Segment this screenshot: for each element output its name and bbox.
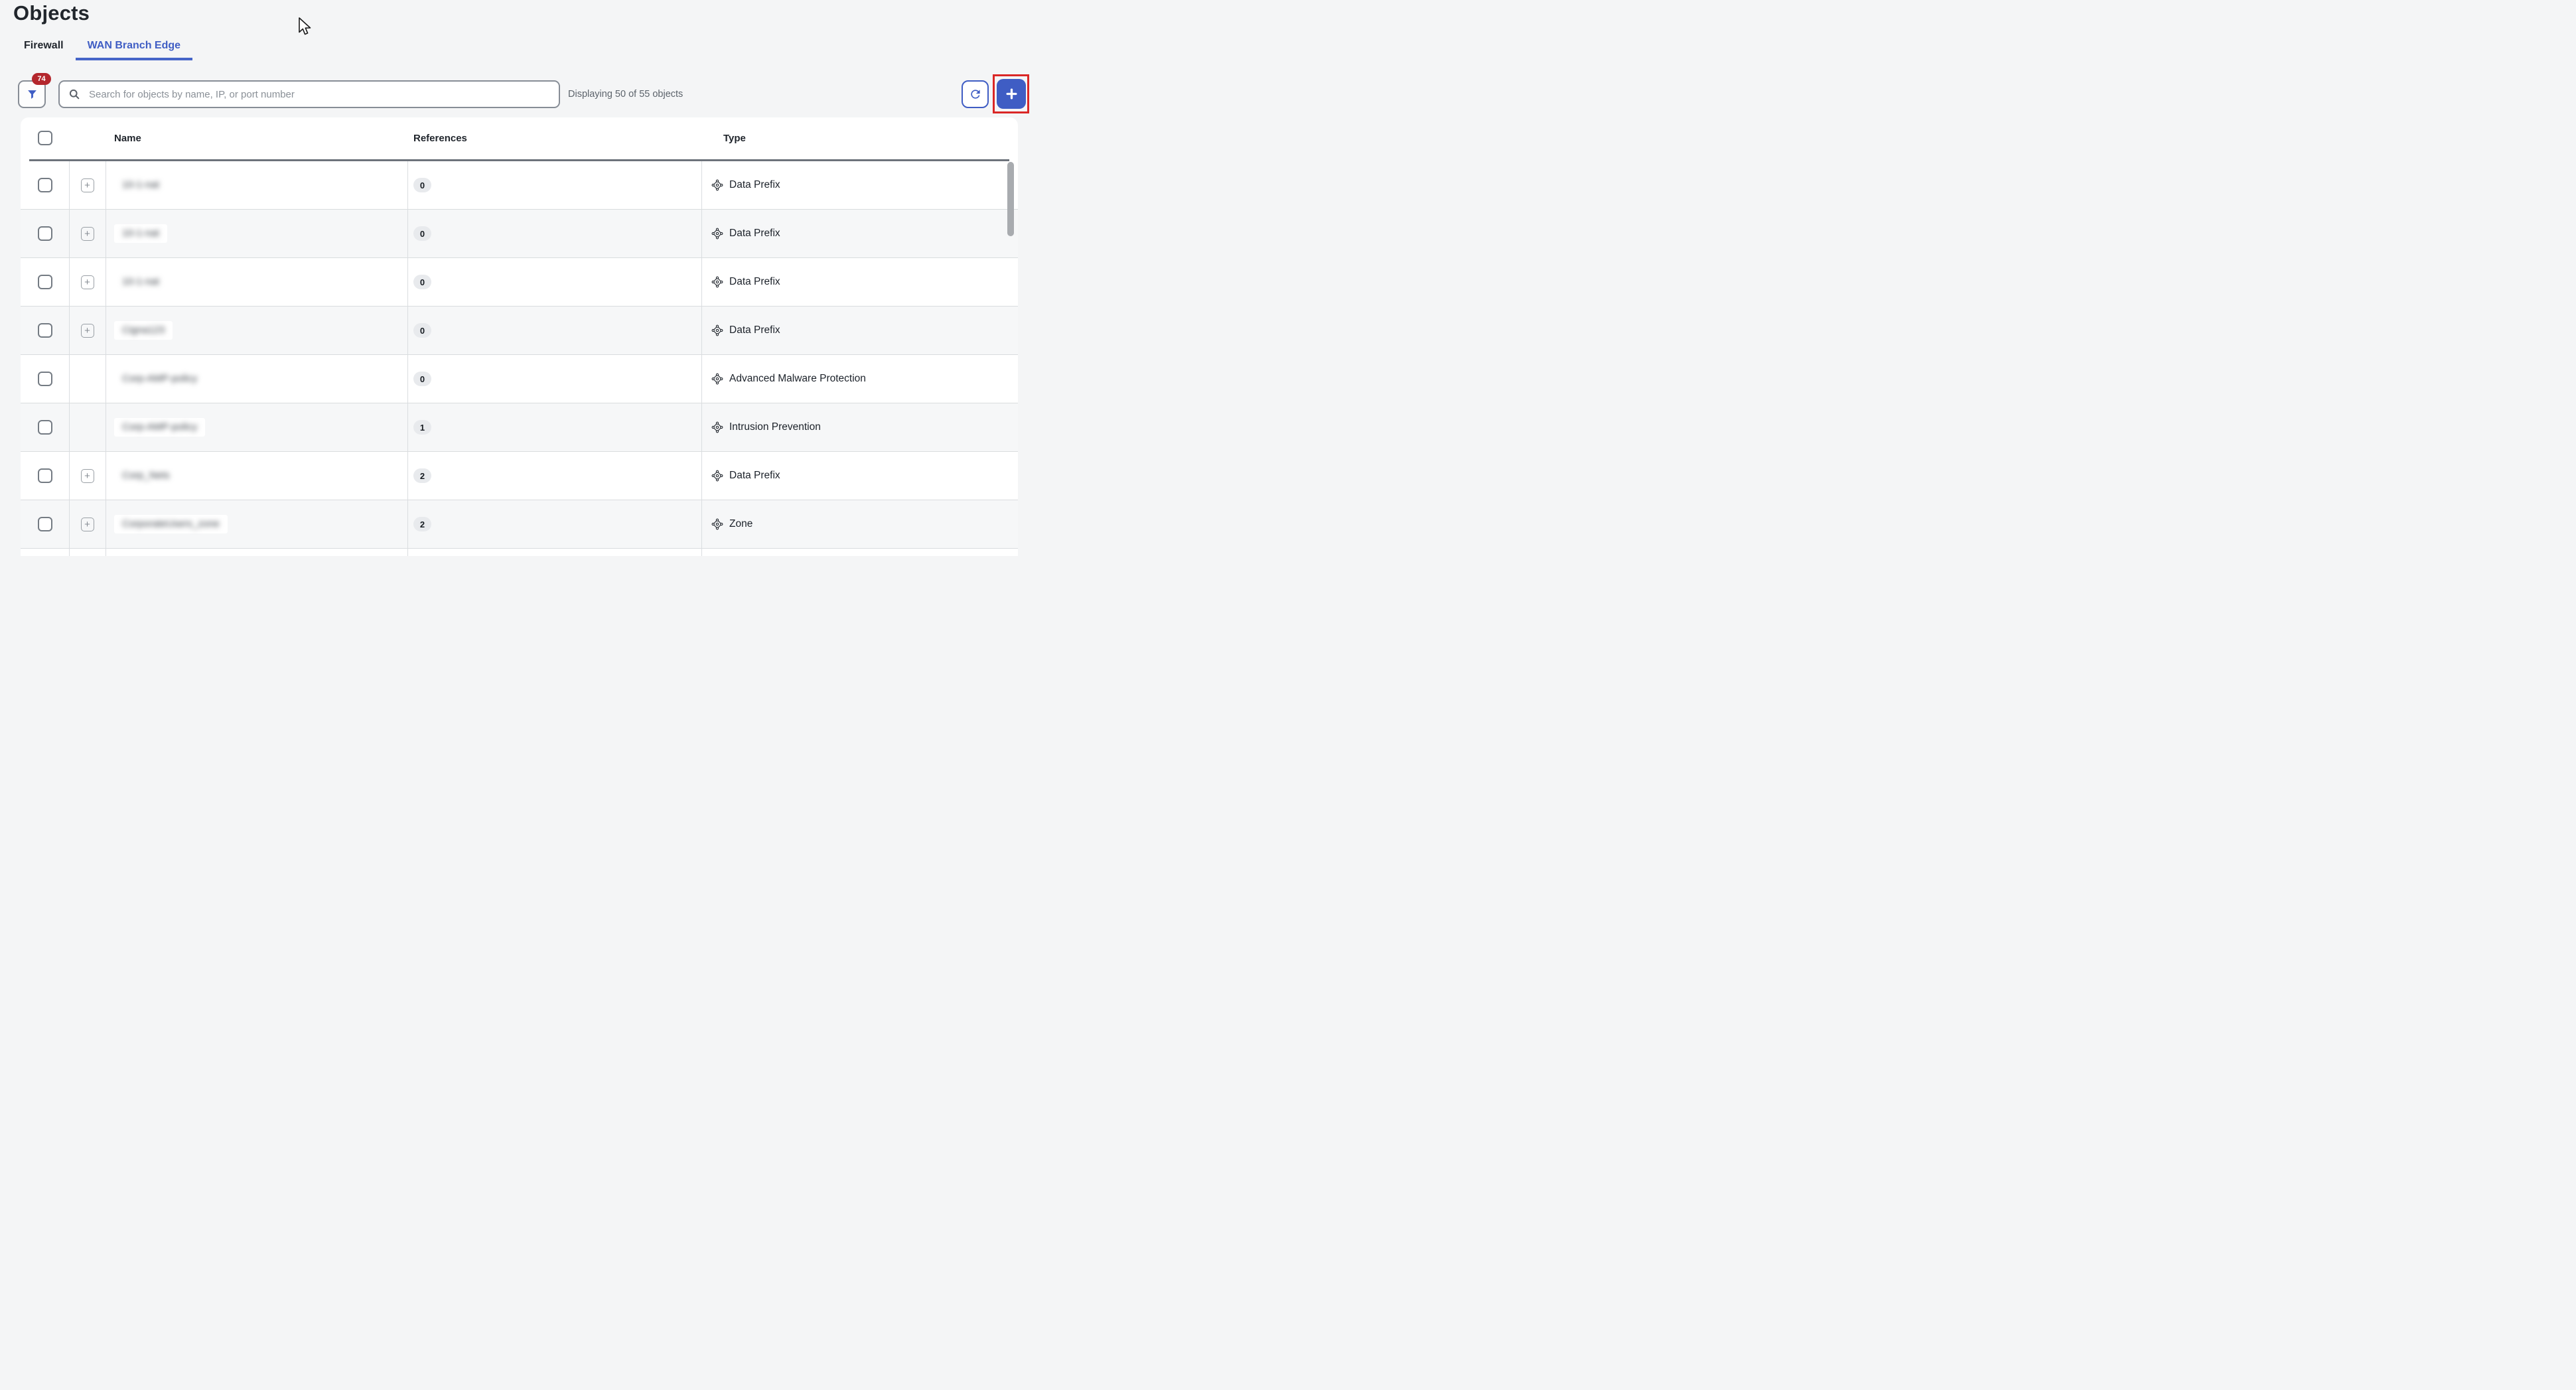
- refresh-icon: [969, 88, 982, 101]
- table-row[interactable]: + Cigna123 0 Data Prefix: [21, 307, 1018, 355]
- object-diamond-icon: [711, 276, 723, 288]
- expand-row-button[interactable]: +: [81, 178, 94, 192]
- tab-wan-branch-edge[interactable]: WAN Branch Edge: [76, 33, 192, 60]
- table-header-row: Name References Type: [21, 117, 1018, 159]
- column-divider: [407, 161, 408, 556]
- object-diamond-icon: [711, 324, 723, 336]
- object-type-label: Data Prefix: [729, 228, 780, 240]
- references-count-badge: 0: [413, 275, 431, 289]
- mouse-cursor: [298, 17, 314, 42]
- plus-icon: [1005, 88, 1018, 100]
- search-input[interactable]: [88, 88, 559, 101]
- objects-table: Name References Type + 10-1-nat 0: [21, 117, 1018, 556]
- object-name-redacted: CorporateUsers_zone: [114, 515, 228, 533]
- object-type-label: Data Prefix: [729, 470, 780, 482]
- table-row[interactable]: +: [21, 549, 1018, 556]
- object-name-redacted: 10-1-nat: [114, 273, 167, 291]
- row-checkbox[interactable]: [38, 275, 52, 289]
- table-row[interactable]: + Corp_Nets 2 Data Prefix: [21, 452, 1018, 500]
- object-name-redacted: Corp_Nets: [114, 466, 178, 485]
- filter-count-badge: 74: [32, 73, 51, 85]
- table-row[interactable]: + 10-1-nat 0 Data Prefix: [21, 258, 1018, 307]
- objects-page: Objects Firewall WAN Branch Edge 74 Disp…: [0, 0, 1030, 556]
- add-object-button[interactable]: [997, 79, 1026, 109]
- row-checkbox[interactable]: [38, 323, 52, 338]
- references-count-badge: 0: [413, 178, 431, 192]
- object-type-label: Data Prefix: [729, 179, 780, 191]
- expand-row-button[interactable]: +: [81, 275, 94, 289]
- object-type-label: Intrusion Prevention: [729, 421, 821, 433]
- references-count-badge: 2: [413, 468, 431, 483]
- row-checkbox[interactable]: [38, 178, 52, 192]
- row-checkbox[interactable]: [38, 517, 52, 531]
- object-name-redacted: Corp-AMP-policy: [114, 370, 205, 388]
- table-row[interactable]: + 10-1-nat 0 Data Prefix: [21, 161, 1018, 210]
- object-diamond-icon: [711, 518, 723, 530]
- expand-row-button[interactable]: +: [81, 324, 94, 338]
- row-checkbox[interactable]: [38, 226, 52, 241]
- object-diamond-icon: [711, 373, 723, 385]
- object-type-label: Data Prefix: [729, 276, 780, 288]
- object-type-label: Advanced Malware Protection: [729, 373, 866, 385]
- table-row[interactable]: + Corp-AMP-policy 0 Advanced Malware P: [21, 355, 1018, 403]
- row-checkbox[interactable]: [38, 372, 52, 386]
- search-icon: [68, 88, 81, 101]
- search-box: [58, 80, 560, 108]
- column-divider: [701, 161, 702, 556]
- column-header-type[interactable]: Type: [723, 133, 746, 144]
- vertical-scrollbar-thumb[interactable]: [1007, 162, 1014, 236]
- table-body: + 10-1-nat 0 Data Prefix: [21, 161, 1018, 556]
- object-type-label: Zone: [729, 518, 752, 530]
- column-divider: [69, 161, 70, 556]
- references-count-badge: 0: [413, 372, 431, 386]
- expand-row-button[interactable]: +: [81, 469, 94, 483]
- references-count-badge: 2: [413, 517, 431, 531]
- object-name-redacted: 10-1-nat: [114, 176, 167, 194]
- column-header-references[interactable]: References: [413, 133, 467, 144]
- object-diamond-icon: [711, 228, 723, 240]
- references-count-badge: 0: [413, 323, 431, 338]
- expand-row-button[interactable]: +: [81, 227, 94, 241]
- object-diamond-icon: [711, 470, 723, 482]
- object-diamond-icon: [711, 421, 723, 433]
- column-header-name[interactable]: Name: [114, 133, 141, 144]
- table-row[interactable]: + Corp-AMP-policy 1 Intrusion Preventi: [21, 403, 1018, 452]
- table-row[interactable]: + CorporateUsers_zone 2 Zone: [21, 500, 1018, 549]
- object-type-label: Data Prefix: [729, 324, 780, 336]
- row-checkbox[interactable]: [38, 420, 52, 435]
- object-name-redacted: 10-1-nat: [114, 224, 167, 243]
- results-count-text: Displaying 50 of 55 objects: [568, 80, 683, 108]
- row-checkbox[interactable]: [38, 468, 52, 483]
- references-count-badge: 0: [413, 226, 431, 241]
- expand-row-button[interactable]: +: [81, 518, 94, 531]
- funnel-icon: [26, 88, 38, 101]
- tab-firewall[interactable]: Firewall: [12, 33, 76, 60]
- object-diamond-icon: [711, 179, 723, 191]
- table-row[interactable]: + 10-1-nat 0 Data Prefix: [21, 210, 1018, 258]
- tab-bar: Firewall WAN Branch Edge: [12, 33, 192, 60]
- page-title: Objects: [13, 1, 90, 25]
- object-name-redacted: Cigna123: [114, 321, 173, 340]
- refresh-button[interactable]: [962, 80, 989, 108]
- references-count-badge: 1: [413, 420, 431, 435]
- select-all-checkbox[interactable]: [38, 131, 52, 145]
- object-name-redacted: Corp-AMP-policy: [114, 418, 205, 437]
